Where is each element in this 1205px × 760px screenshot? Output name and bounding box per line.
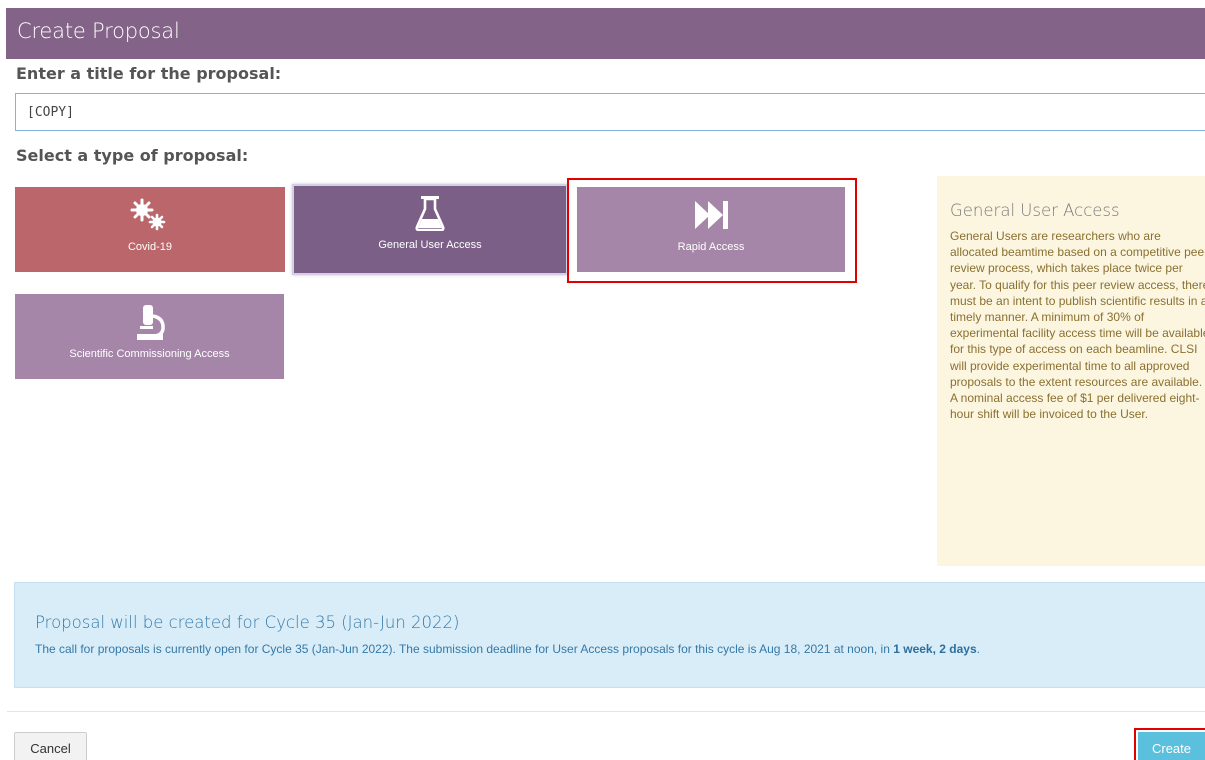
cycle-description: The call for proposals is currently open… bbox=[35, 642, 1205, 656]
proposal-title-input[interactable] bbox=[15, 93, 1205, 131]
page-header: Create Proposal bbox=[6, 8, 1205, 59]
title-label: Enter a title for the proposal: bbox=[16, 64, 282, 83]
tile-rapid-access[interactable]: Rapid Access bbox=[577, 187, 845, 272]
page-title: Create Proposal bbox=[17, 19, 180, 43]
tile-scientific-commissioning-access[interactable]: Scientific Commissioning Access bbox=[15, 294, 284, 379]
type-label: Select a type of proposal: bbox=[16, 146, 249, 165]
cycle-text-end: . bbox=[976, 642, 980, 656]
tile-covid-19[interactable]: Covid-19 bbox=[15, 187, 285, 272]
footer-divider bbox=[7, 711, 1205, 712]
flask-icon bbox=[294, 195, 566, 231]
cycle-title: Proposal will be created for Cycle 35 (J… bbox=[35, 613, 460, 632]
info-description: General Users are researchers who are al… bbox=[950, 229, 1205, 422]
tile-label: General User Access bbox=[378, 239, 482, 251]
create-button[interactable]: Create bbox=[1138, 732, 1205, 760]
tile-label: Scientific Commissioning Access bbox=[69, 348, 230, 360]
microscope-icon bbox=[15, 304, 284, 340]
cancel-button[interactable]: Cancel bbox=[14, 732, 87, 760]
deadline-remaining: 1 week, 2 days bbox=[893, 642, 977, 656]
fast-forward-icon bbox=[577, 197, 845, 233]
create-proposal-page: Create Proposal Enter a title for the pr… bbox=[0, 0, 1205, 760]
cycle-text: The call for proposals is currently open… bbox=[35, 642, 894, 656]
info-title: General User Access bbox=[950, 201, 1120, 220]
tile-label: Covid-19 bbox=[127, 241, 173, 253]
tile-general-user-access[interactable]: General User Access bbox=[292, 184, 568, 275]
gears-icon bbox=[15, 197, 285, 233]
proposal-type-info-panel: General User Access General Users are re… bbox=[937, 176, 1205, 566]
cycle-info-panel: Proposal will be created for Cycle 35 (J… bbox=[14, 582, 1205, 688]
tile-label: Rapid Access bbox=[677, 241, 745, 253]
